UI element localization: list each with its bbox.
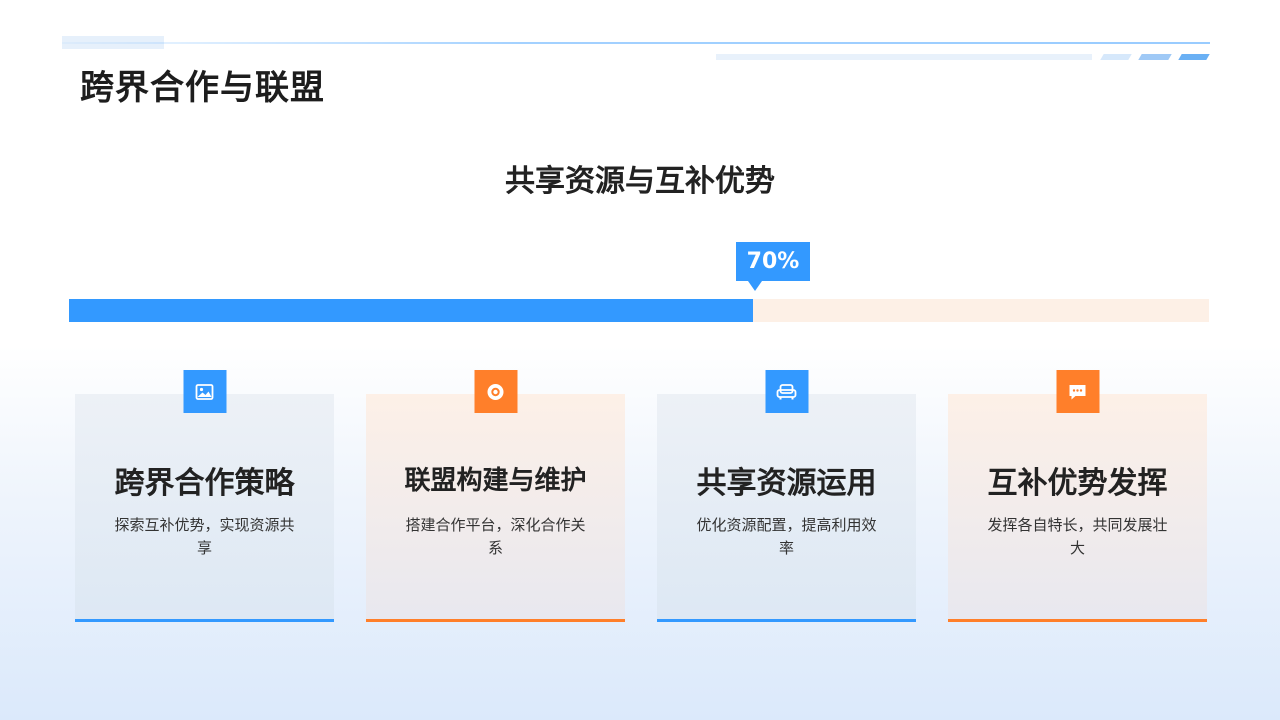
sofa-icon	[765, 370, 808, 413]
decor-bar	[716, 54, 1092, 60]
card-title: 共享资源运用	[696, 466, 877, 501]
card-desc: 优化资源配置，提高利用效率	[696, 516, 877, 557]
card-desc: 探索互补优势，实现资源共享	[114, 516, 295, 557]
card-title: 联盟构建与维护	[404, 466, 587, 496]
page-title: 跨界合作与联盟	[80, 68, 325, 108]
image-icon	[183, 370, 226, 413]
card-alliance-build[interactable]: 联盟构建与维护 搭建合作平台，深化合作关系	[366, 370, 625, 622]
card-shared-resources[interactable]: 共享资源运用 优化资源配置，提高利用效率	[657, 370, 916, 622]
target-icon	[474, 370, 517, 413]
card-desc: 发挥各自特长，共同发展壮大	[987, 516, 1168, 557]
section-subtitle: 共享资源与互补优势	[505, 164, 775, 199]
progress-label: 70%	[736, 242, 810, 291]
card-title: 互补优势发挥	[987, 466, 1168, 501]
progress-fill	[69, 299, 753, 322]
decor-dash	[1138, 54, 1172, 60]
progress-track	[69, 299, 1209, 322]
decor-line	[62, 42, 1210, 44]
card-complement-advantage[interactable]: 互补优势发挥 发挥各自特长，共同发展壮大	[948, 370, 1207, 622]
decor-dash	[1100, 54, 1132, 60]
card-title: 跨界合作策略	[114, 466, 295, 501]
card-desc: 搭建合作平台，深化合作关系	[405, 516, 586, 557]
card-cross-strategy[interactable]: 跨界合作策略 探索互补优势，实现资源共享	[75, 370, 334, 622]
chat-icon	[1056, 370, 1099, 413]
decor-dash	[1178, 54, 1210, 60]
